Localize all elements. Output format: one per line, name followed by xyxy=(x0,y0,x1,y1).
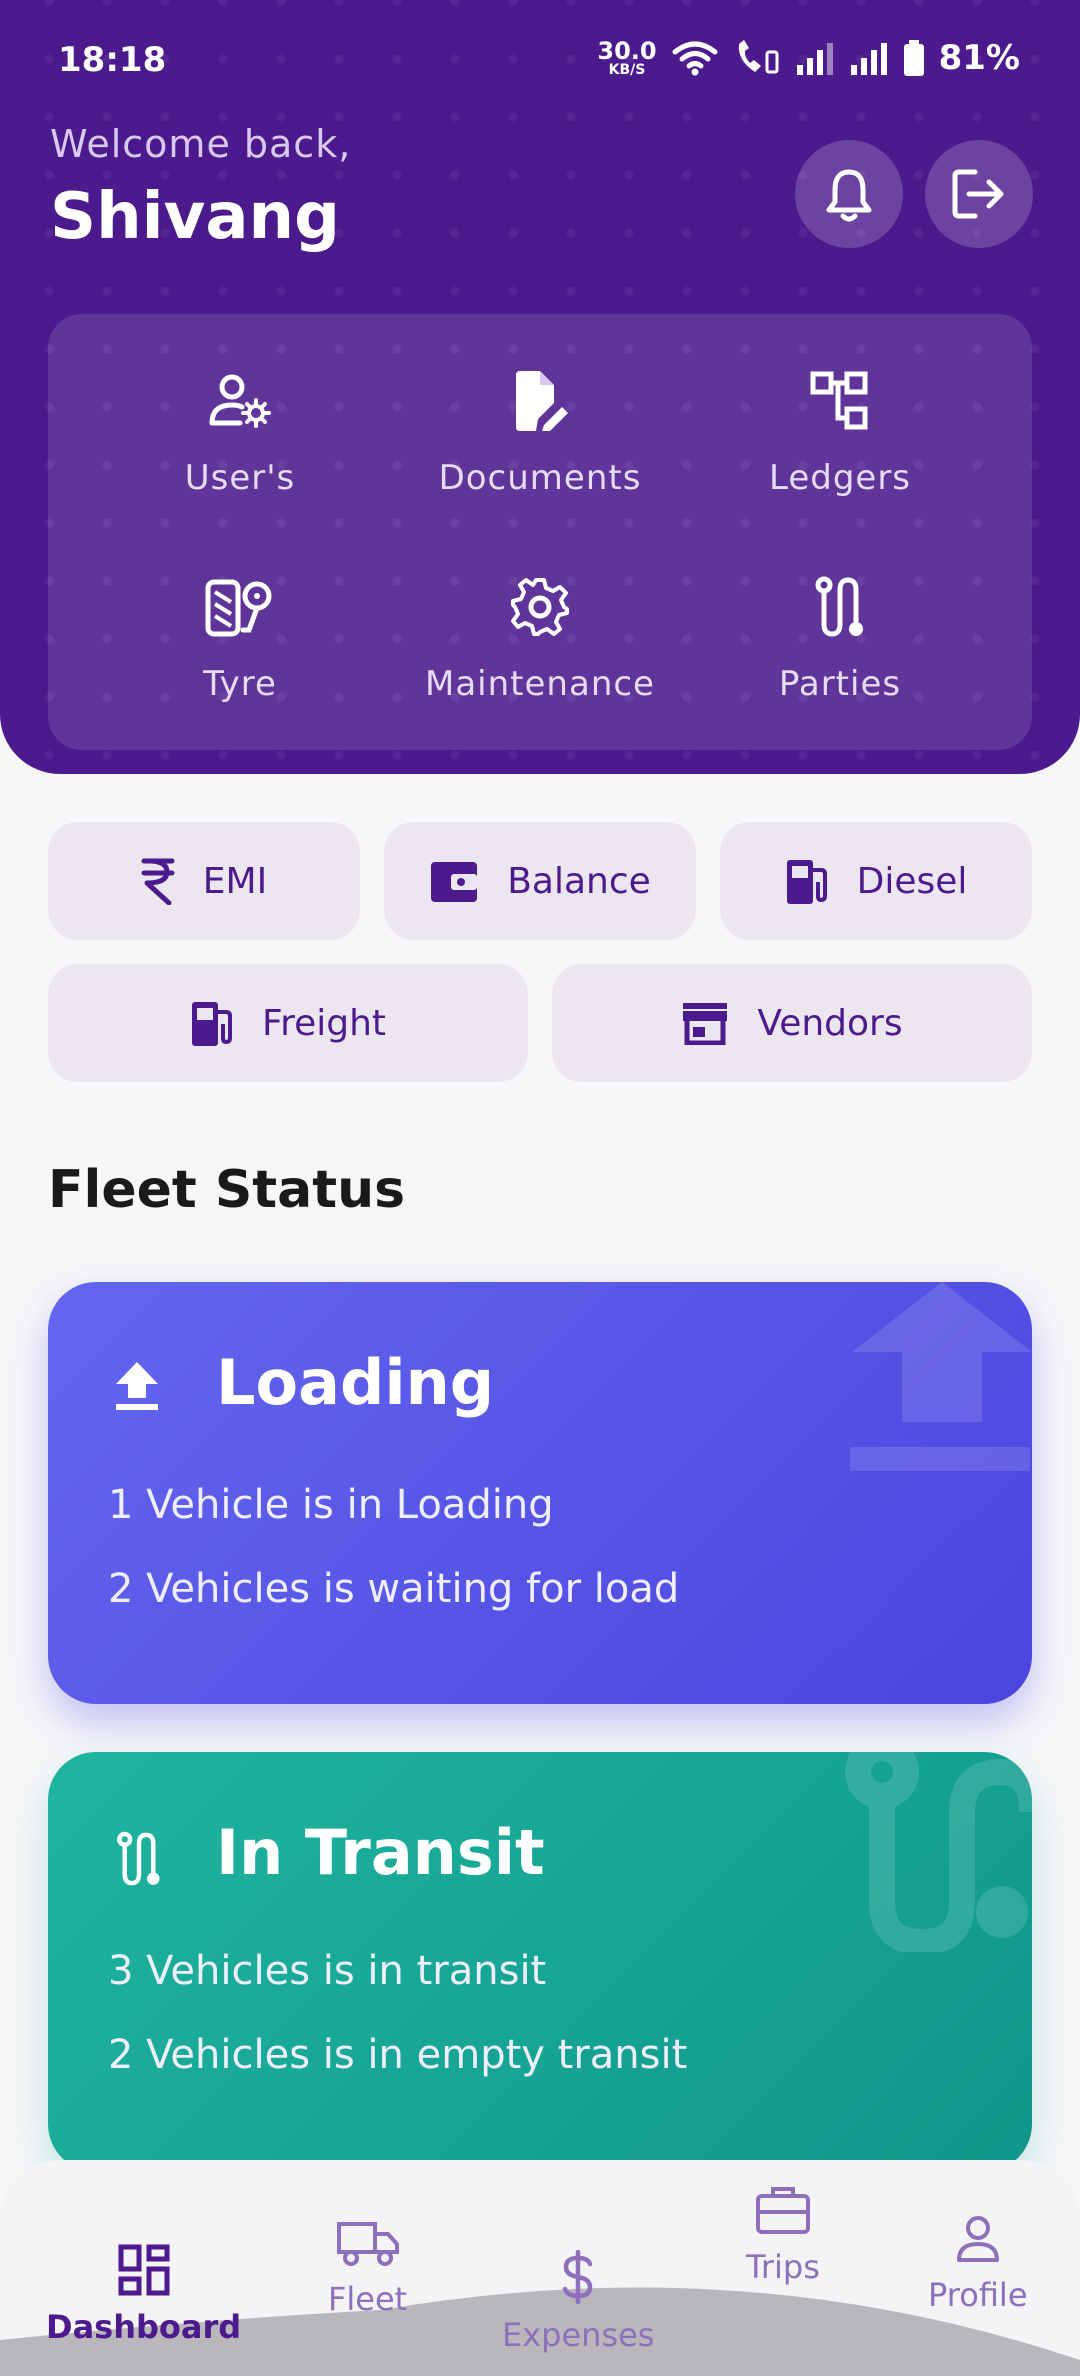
quick-action-ledgers[interactable]: Ledgers xyxy=(690,366,990,526)
quick-action-label: Maintenance xyxy=(425,664,655,704)
dashboard-icon xyxy=(118,2244,170,2296)
in-transit-card[interactable]: In Transit 3 Vehicles is in transit 2 Ve… xyxy=(48,1752,1032,2172)
quick-action-label: Tyre xyxy=(203,664,277,704)
balance-button[interactable]: Balance xyxy=(384,822,696,940)
nav-label: Expenses xyxy=(502,2316,655,2354)
status-icons: 30.0 KB/S 81% xyxy=(597,38,1020,78)
loading-title: Loading xyxy=(216,1346,495,1419)
status-time: 18:18 xyxy=(58,40,167,80)
hierarchy-icon xyxy=(810,371,868,430)
net-speed-value: 30.0 xyxy=(597,37,657,65)
in-transit-title: In Transit xyxy=(216,1816,545,1889)
battery-icon xyxy=(903,40,924,76)
quick-action-label: Parties xyxy=(778,664,902,704)
quick-action-documents[interactable]: Documents xyxy=(390,366,690,526)
nav-trips[interactable]: Trips xyxy=(746,2184,820,2286)
net-speed-unit: KB/S xyxy=(608,62,646,78)
vendors-button[interactable]: Vendors xyxy=(552,964,1032,1082)
tyre-icon xyxy=(205,579,272,637)
notifications-button[interactable] xyxy=(795,140,903,248)
fuel-icon xyxy=(191,1002,232,1046)
bottom-navigation: Dashboard Fleet Expenses Trips Profile xyxy=(0,2160,1080,2376)
battery-percent: 81% xyxy=(938,38,1020,78)
welcome-text: Welcome back, xyxy=(50,122,352,166)
nav-fleet[interactable]: Fleet xyxy=(328,2220,407,2318)
fuel-icon xyxy=(786,860,827,904)
quick-actions-panel: User's Documents Ledgers Tyre Maintenanc… xyxy=(48,314,1032,750)
rupee-icon xyxy=(141,858,175,905)
nav-label: Fleet xyxy=(328,2280,408,2318)
nav-expenses[interactable]: Expenses xyxy=(502,2250,654,2354)
store-icon xyxy=(683,1003,728,1045)
chip-label: Freight xyxy=(261,1002,387,1044)
bell-icon xyxy=(826,169,872,222)
user-name: Shivang xyxy=(50,180,340,254)
fleet-status-title: Fleet Status xyxy=(48,1160,406,1220)
upload-bg-icon xyxy=(850,1282,1032,1471)
header: 18:18 30.0 KB/S 81% Welcome back, Shivan… xyxy=(0,0,1080,774)
wifi-icon xyxy=(672,41,718,76)
chip-label: EMI xyxy=(202,860,268,902)
nav-label: Profile xyxy=(928,2276,1028,2314)
quick-action-parties[interactable]: Parties xyxy=(690,572,990,732)
chip-label: Vendors xyxy=(757,1002,903,1044)
quick-action-tyre[interactable]: Tyre xyxy=(90,572,390,732)
logout-button[interactable] xyxy=(925,140,1033,248)
freight-button[interactable]: Freight xyxy=(48,964,528,1082)
document-edit-icon xyxy=(516,371,568,431)
route-icon xyxy=(815,576,863,637)
signal-icon-1 xyxy=(796,43,833,75)
chip-label: Diesel xyxy=(856,860,968,902)
emi-button[interactable]: EMI xyxy=(48,822,360,940)
dollar-icon xyxy=(562,2250,593,2304)
route-icon xyxy=(117,1831,160,1886)
net-speed: 30.0 KB/S xyxy=(597,39,656,77)
route-bg-icon xyxy=(845,1752,1032,1952)
truck-icon xyxy=(336,2222,399,2266)
loading-line-1: 1 Vehicle is in Loading xyxy=(108,1482,554,1528)
user-settings-icon xyxy=(209,374,271,428)
nav-dashboard[interactable]: Dashboard xyxy=(46,2244,241,2346)
wallet-icon xyxy=(431,862,478,902)
upload-icon xyxy=(116,1362,158,1410)
loading-card[interactable]: Loading 1 Vehicle is in Loading 2 Vehicl… xyxy=(48,1282,1032,1704)
quick-action-maintenance[interactable]: Maintenance xyxy=(390,572,690,732)
briefcase-icon xyxy=(755,2187,810,2234)
signal-icon-2 xyxy=(850,43,887,75)
quick-action-users[interactable]: User's xyxy=(90,366,390,526)
wifi-call-icon xyxy=(738,40,779,74)
chip-label: Balance xyxy=(507,860,651,902)
nav-label: Trips xyxy=(746,2248,820,2286)
gear-icon xyxy=(511,578,569,636)
transit-line-1: 3 Vehicles is in transit xyxy=(108,1948,547,1994)
logout-icon xyxy=(952,169,1004,219)
quick-action-label: Ledgers xyxy=(768,458,912,498)
loading-line-2: 2 Vehicles is waiting for load xyxy=(108,1566,680,1612)
diesel-button[interactable]: Diesel xyxy=(720,822,1032,940)
quick-action-label: Documents xyxy=(438,458,642,498)
person-icon xyxy=(956,2216,999,2262)
quick-action-label: User's xyxy=(184,458,296,498)
nav-profile[interactable]: Profile xyxy=(928,2214,1028,2314)
transit-line-2: 2 Vehicles is in empty transit xyxy=(108,2032,688,2078)
nav-label: Dashboard xyxy=(46,2308,242,2346)
status-bar: 18:18 30.0 KB/S 81% xyxy=(0,0,1080,128)
